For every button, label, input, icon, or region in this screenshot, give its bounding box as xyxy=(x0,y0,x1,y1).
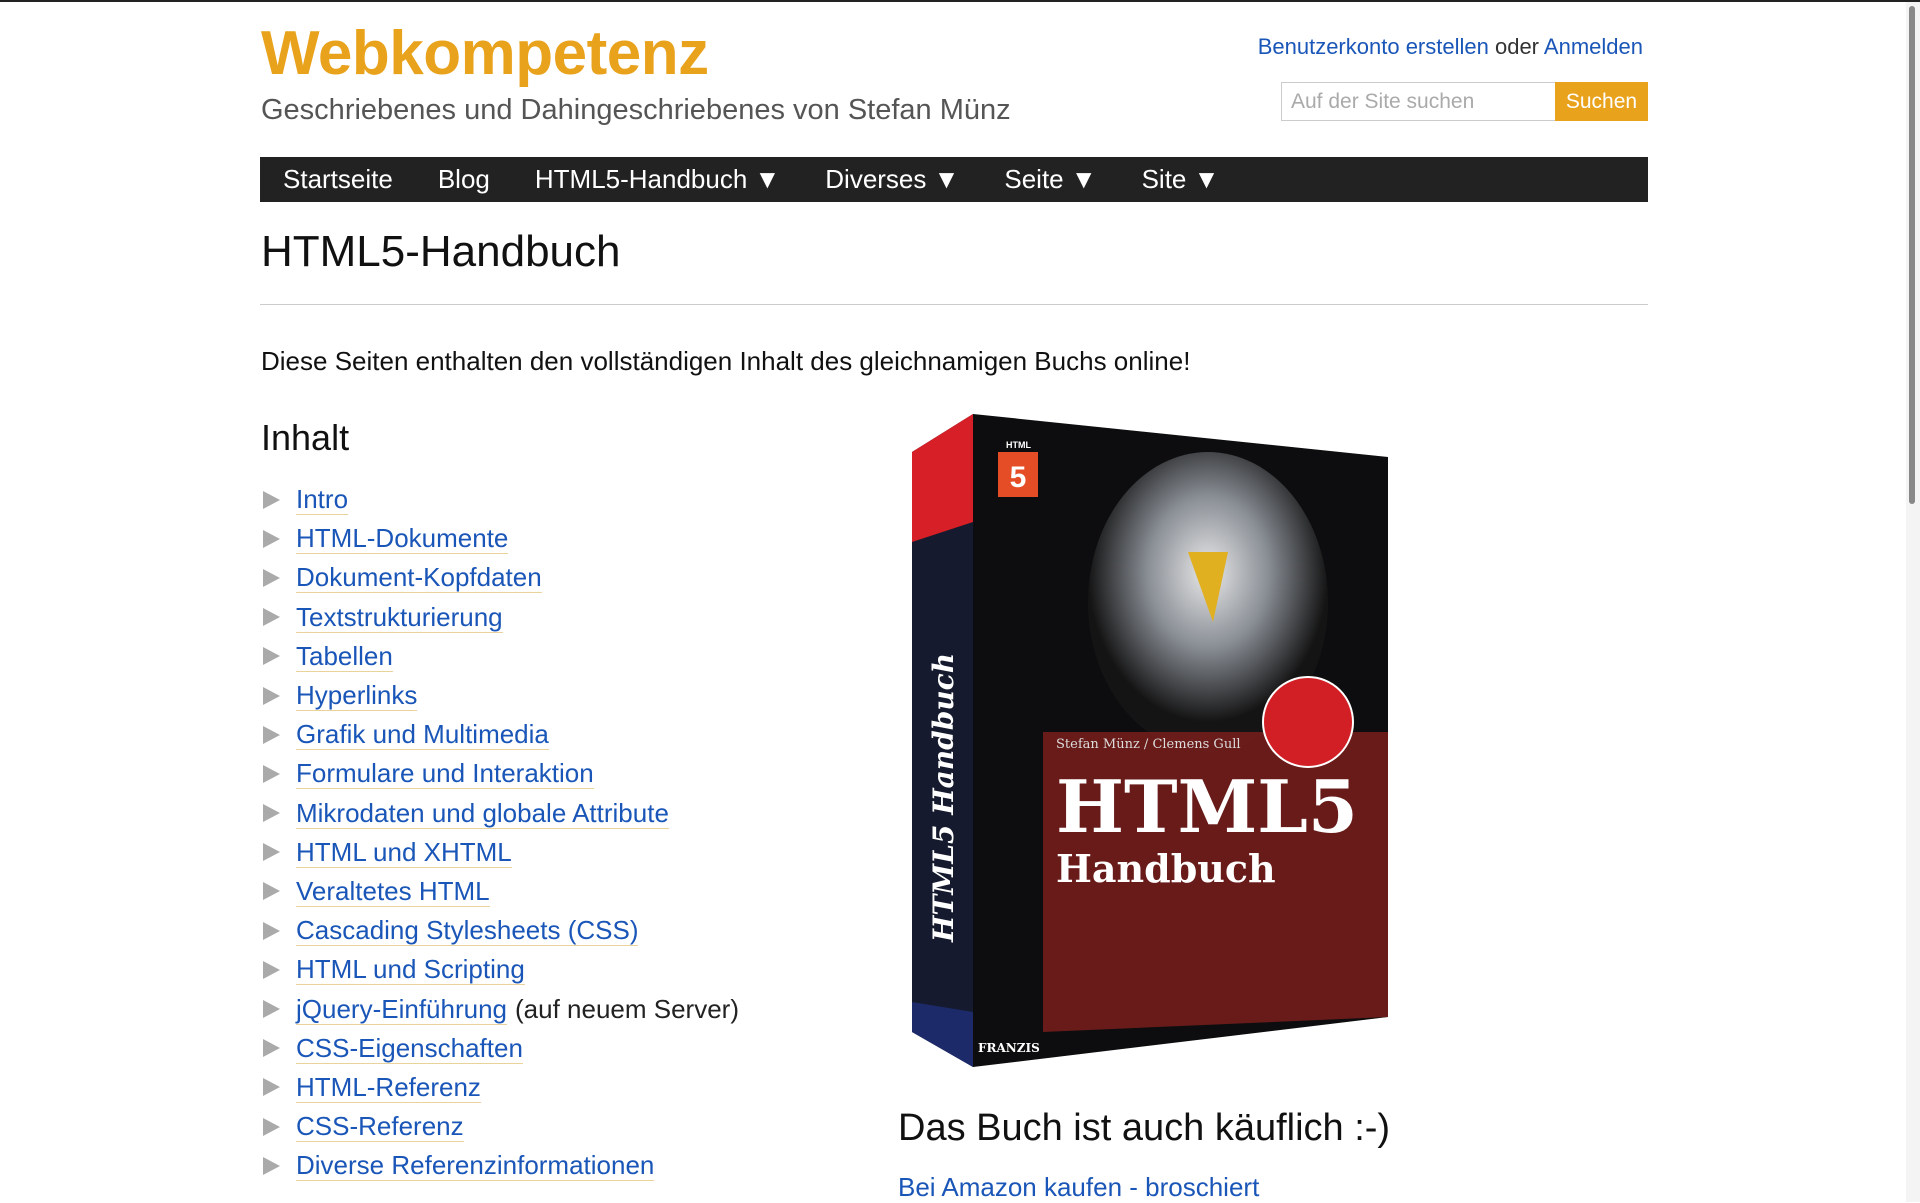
triangle-bullet-icon xyxy=(263,490,280,509)
toc-item: Cascading Stylesheets (CSS) xyxy=(261,911,739,950)
nav-diverses[interactable]: Diverses ▼ xyxy=(825,164,959,195)
toc-item: Tabellen xyxy=(261,637,739,676)
triangle-bullet-icon xyxy=(263,843,280,862)
toc-link[interactable]: Veraltetes HTML xyxy=(296,876,490,907)
triangle-bullet-icon xyxy=(263,568,280,587)
triangle-bullet-icon xyxy=(263,804,280,823)
book-badge: HTML xyxy=(1006,440,1031,450)
triangle-bullet-icon xyxy=(263,725,280,744)
book-subtitle: Handbuch xyxy=(1056,846,1276,891)
or-text: oder xyxy=(1494,34,1540,59)
toc-note: (auf neuem Server) xyxy=(515,993,739,1024)
toc-item: Dokument-Kopfdaten xyxy=(261,558,739,597)
toc-link[interactable]: Textstrukturierung xyxy=(296,602,503,633)
toc-item: HTML und XHTML xyxy=(261,833,739,872)
book-title: HTML5 xyxy=(1056,764,1358,849)
login-link[interactable]: Anmelden xyxy=(1544,34,1643,59)
toc-list: Intro HTML-Dokumente Dokument-Kopfdaten Tex… xyxy=(261,480,739,1185)
triangle-bullet-icon xyxy=(263,764,280,783)
toc-item: CSS-Referenz xyxy=(261,1107,739,1146)
book-authors: Stefan Münz / Clemens Gull xyxy=(1056,737,1241,752)
nav-html5-handbuch[interactable]: HTML5-Handbuch ▼ xyxy=(535,164,780,195)
toc-link[interactable]: Diverse Referenzinformationen xyxy=(296,1150,655,1182)
toc-link[interactable]: HTML und XHTML xyxy=(296,837,512,868)
nav-seite[interactable]: Seite ▼ xyxy=(1004,164,1096,195)
toc-link[interactable]: Dokument-Kopfdaten xyxy=(296,562,542,594)
toc-item: Hyperlinks xyxy=(261,676,739,715)
triangle-bullet-icon xyxy=(263,960,280,979)
nav-site[interactable]: Site ▼ xyxy=(1142,164,1220,195)
toc-link[interactable]: HTML-Dokumente xyxy=(296,523,509,555)
triangle-bullet-icon xyxy=(263,529,280,548)
toc-link[interactable]: CSS-Eigenschaften xyxy=(296,1033,523,1064)
toc-item: HTML-Dokumente xyxy=(261,519,739,558)
toc-item: CSS-Eigenschaften xyxy=(261,1029,739,1068)
book-publisher: FRANZIS xyxy=(978,1041,1040,1055)
triangle-bullet-icon xyxy=(263,1156,280,1175)
amazon-link[interactable]: Bei Amazon kaufen - broschiert xyxy=(898,1172,1259,1203)
triangle-bullet-icon xyxy=(263,882,280,901)
toc-link[interactable]: Tabellen xyxy=(296,641,393,672)
search-button[interactable]: Suchen xyxy=(1555,82,1648,121)
svg-text:5: 5 xyxy=(1010,461,1027,494)
buy-heading: Das Buch ist auch käuflich :-) xyxy=(898,1107,1391,1149)
triangle-bullet-icon xyxy=(263,608,280,627)
toc-item: Intro xyxy=(261,480,739,519)
toc-link[interactable]: Mikrodaten und globale Attribute xyxy=(296,798,669,829)
intro-text: Diese Seiten enthalten den vollständigen… xyxy=(261,346,1191,376)
triangle-bullet-icon xyxy=(263,1000,280,1019)
create-account-link[interactable]: Benutzerkonto erstellen xyxy=(1258,34,1489,59)
site-tagline: Geschriebenes und Dahingeschriebenes von… xyxy=(261,94,1011,126)
triangle-bullet-icon xyxy=(263,647,280,666)
toc-heading: Inhalt xyxy=(261,417,350,458)
triangle-bullet-icon xyxy=(263,1078,280,1097)
toc-item: Textstrukturierung xyxy=(261,598,739,637)
toc-item: jQuery-Einführung (auf neuem Server) xyxy=(261,989,739,1028)
toc-item: Veraltetes HTML xyxy=(261,872,739,911)
toc-item: Grafik und Multimedia xyxy=(261,715,739,754)
triangle-bullet-icon xyxy=(263,1117,280,1136)
triangle-bullet-icon xyxy=(263,686,280,705)
main-nav: Startseite Blog HTML5-Handbuch ▼ Diverse… xyxy=(260,157,1648,202)
scrollbar-thumb[interactable] xyxy=(1909,6,1915,504)
toc-item: Formulare und Interaktion xyxy=(261,754,739,793)
divider xyxy=(260,304,1648,305)
toc-link[interactable]: Formulare und Interaktion xyxy=(296,758,594,790)
book-spine: HTML5 Handbuch xyxy=(927,653,960,943)
toc-link[interactable]: CSS-Referenz xyxy=(296,1111,464,1143)
toc-link[interactable]: HTML und Scripting xyxy=(296,954,525,986)
toc-link[interactable]: Intro xyxy=(296,484,349,516)
nav-startseite[interactable]: Startseite xyxy=(283,164,393,195)
toc-link[interactable]: Hyperlinks xyxy=(296,680,418,712)
toc-item: Diverse Referenzinformationen xyxy=(261,1146,739,1185)
toc-link[interactable]: jQuery-Einführung xyxy=(296,994,507,1025)
page-title: HTML5-Handbuch xyxy=(261,227,621,276)
site-logo[interactable]: Webkompetenz xyxy=(261,18,709,89)
book-cover-image: 5 HTML Stefan Münz / Clemens Gull HTML5 … xyxy=(898,412,1390,1067)
nav-blog[interactable]: Blog xyxy=(438,164,490,195)
triangle-bullet-icon xyxy=(263,1039,280,1058)
toc-link[interactable]: Cascading Stylesheets (CSS) xyxy=(296,915,639,947)
user-links: Benutzerkonto erstellen oder Anmelden xyxy=(1258,34,1643,60)
search-input[interactable] xyxy=(1281,82,1556,121)
toc-link[interactable]: Grafik und Multimedia xyxy=(296,719,549,751)
toc-item: Mikrodaten und globale Attribute xyxy=(261,794,739,833)
toc-item: HTML und Scripting xyxy=(261,950,739,989)
toc-item: HTML-Referenz xyxy=(261,1068,739,1107)
toc-link[interactable]: HTML-Referenz xyxy=(296,1072,481,1103)
triangle-bullet-icon xyxy=(263,921,280,940)
